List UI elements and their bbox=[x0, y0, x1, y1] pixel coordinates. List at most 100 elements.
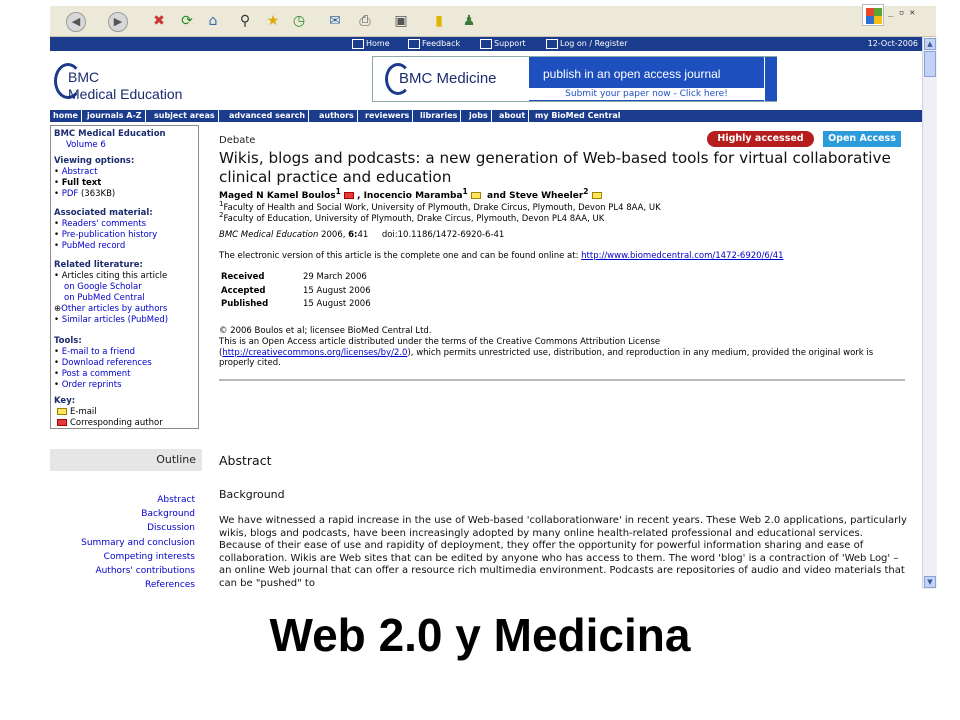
print-icon[interactable]: ⎙ bbox=[356, 12, 374, 30]
citation-journal: BMC Medical Education bbox=[219, 230, 319, 240]
topnav-support[interactable]: Support bbox=[480, 38, 526, 50]
outline-list: Abstract Background Discussion Summary a… bbox=[50, 493, 195, 589]
outline-header: Outline bbox=[50, 449, 202, 471]
affiliation-2: 2Faculty of Education, University of Ply… bbox=[219, 210, 605, 224]
article-title: Wikis, blogs and podcasts: a new generat… bbox=[219, 149, 891, 186]
open-access-badge[interactable]: Open Access bbox=[823, 131, 901, 147]
sidebar-citing: Articles citing this article bbox=[61, 271, 168, 281]
sidebar-assoc-title: Associated material: bbox=[54, 208, 153, 218]
outline-summary[interactable]: Summary and conclusion bbox=[50, 536, 195, 550]
sidebar-key-title: Key: bbox=[54, 396, 76, 406]
sidebar-abstract-link[interactable]: Abstract bbox=[62, 167, 98, 177]
edit-icon[interactable]: ▣ bbox=[392, 12, 410, 30]
slide-caption: Web 2.0 y Medicina bbox=[269, 609, 691, 661]
nav-about[interactable]: about bbox=[496, 110, 530, 122]
outline-competing[interactable]: Competing interests bbox=[50, 550, 195, 564]
article-dates: Received 29 March 2006 Accepted 15 August … bbox=[221, 271, 371, 312]
key-corresponding: Corresponding author bbox=[70, 418, 163, 428]
sidebar-pubmed-central[interactable]: on PubMed Central bbox=[54, 293, 168, 304]
sidebar-google-scholar[interactable]: on Google Scholar bbox=[54, 282, 168, 293]
nav-advanced-search[interactable]: advanced search bbox=[226, 110, 310, 122]
messenger-icon[interactable]: ♟ bbox=[460, 12, 478, 30]
main-nav: home journals A-Z subject areas advanced… bbox=[50, 110, 922, 122]
article-url-link[interactable]: http://www.biomedcentral.com/1472-6920/6… bbox=[581, 251, 783, 261]
outline-background[interactable]: Background bbox=[50, 507, 195, 521]
page-viewport: Home Feedback Support Log on / Register … bbox=[50, 37, 922, 589]
outline-discussion[interactable]: Discussion bbox=[50, 521, 195, 535]
sidebar-tools-title: Tools: bbox=[54, 336, 82, 346]
topnav-feedback[interactable]: Feedback bbox=[408, 38, 460, 50]
nav-libraries[interactable]: libraries bbox=[417, 110, 462, 122]
license-link[interactable]: http://creativecommons.org/licenses/by/2… bbox=[222, 348, 407, 358]
sidebar-pdf-size: (363KB) bbox=[80, 189, 116, 199]
citation: BMC Medical Education 2006, 6:41 doi:10.… bbox=[219, 230, 505, 240]
bmc-medicine-banner[interactable]: BMC Medicine publish in an open access j… bbox=[372, 56, 777, 102]
refresh-icon[interactable]: ⟳ bbox=[178, 12, 196, 30]
topnav-home[interactable]: Home bbox=[352, 38, 390, 50]
outline-contributions[interactable]: Authors' contributions bbox=[50, 564, 195, 578]
sidebar-similar-articles[interactable]: Similar articles (PubMed) bbox=[62, 315, 168, 325]
slide: ◀ ▶ ✖ ⟳ ⌂ ⚲ ★ ◷ ✉ ⎙ ▣ ▮ ♟ _ ▫ ✕ Home Fee… bbox=[0, 0, 960, 720]
email-icon[interactable] bbox=[591, 192, 602, 199]
windows-logo bbox=[862, 4, 884, 26]
browser-toolbar: ◀ ▶ ✖ ⟳ ⌂ ⚲ ★ ◷ ✉ ⎙ ▣ ▮ ♟ bbox=[50, 6, 936, 37]
nav-jobs[interactable]: jobs bbox=[466, 110, 492, 122]
sidebar-download-refs[interactable]: Download references bbox=[62, 358, 152, 368]
sidebar-pubmed-record[interactable]: PubMed record bbox=[62, 241, 126, 251]
outline-references[interactable]: References bbox=[50, 578, 195, 589]
nav-my-biomed-central[interactable]: my BioMed Central bbox=[532, 110, 623, 122]
sidebar-order-reprints[interactable]: Order reprints bbox=[62, 380, 122, 390]
nav-reviewers[interactable]: reviewers bbox=[362, 110, 414, 122]
banner-headline: publish in an open access journal bbox=[543, 67, 721, 81]
sidebar-journal: BMC Medical Education bbox=[54, 129, 166, 139]
scroll-up-icon[interactable]: ▲ bbox=[924, 38, 936, 50]
sidebar-volume[interactable]: Volume 6 bbox=[54, 140, 166, 151]
highly-accessed-badge[interactable]: Highly accessed bbox=[707, 131, 814, 147]
date-received: Received 29 March 2006 bbox=[221, 272, 367, 282]
outline-title: Outline bbox=[156, 453, 196, 466]
abstract-heading: Abstract bbox=[219, 453, 272, 468]
date-published: Published 15 August 2006 bbox=[221, 299, 371, 309]
sidebar-other-articles[interactable]: Other articles by authors bbox=[61, 304, 167, 314]
sidebar-email-friend[interactable]: E-mail to a friend bbox=[62, 347, 135, 357]
nav-authors[interactable]: authors bbox=[316, 110, 358, 122]
divider bbox=[219, 379, 905, 381]
scroll-thumb[interactable] bbox=[924, 51, 936, 77]
electronic-version-note: The electronic version of this article i… bbox=[219, 251, 784, 261]
nav-journals[interactable]: journals A-Z bbox=[84, 110, 146, 122]
background-text: We have witnessed a rapid increase in th… bbox=[219, 515, 907, 589]
outline-abstract[interactable]: Abstract bbox=[50, 493, 195, 507]
topnav-login[interactable]: Log on / Register bbox=[546, 38, 628, 50]
article-type: Debate bbox=[219, 135, 256, 146]
nav-subject-areas[interactable]: subject areas bbox=[151, 110, 219, 122]
sidebar-pdf-link[interactable]: PDF bbox=[62, 189, 79, 199]
sidebar-prepub-history[interactable]: Pre-publication history bbox=[62, 230, 158, 240]
search-icon[interactable]: ⚲ bbox=[236, 12, 254, 30]
history-icon[interactable]: ◷ bbox=[290, 12, 308, 30]
window-controls[interactable]: _ ▫ ✕ bbox=[888, 8, 915, 18]
forward-icon[interactable]: ▶ bbox=[108, 12, 128, 32]
citation-doi: doi:10.1186/1472-6920-6-41 bbox=[381, 230, 505, 240]
sidebar-readers-comments[interactable]: Readers' comments bbox=[62, 219, 146, 229]
sidebar-related-title: Related literature: bbox=[54, 260, 143, 270]
page-date: 12-Oct-2006 bbox=[867, 39, 918, 48]
scroll-down-icon[interactable]: ▼ bbox=[924, 576, 936, 588]
mail-icon[interactable]: ✉ bbox=[326, 12, 344, 30]
stop-icon[interactable]: ✖ bbox=[150, 12, 168, 30]
sidebar-post-comment[interactable]: Post a comment bbox=[62, 369, 131, 379]
home-icon[interactable]: ⌂ bbox=[204, 12, 222, 30]
page-scrollbar[interactable]: ▲ ▼ bbox=[922, 37, 937, 589]
sidebar-fulltext: Full text bbox=[61, 178, 102, 188]
notes-icon[interactable]: ▮ bbox=[430, 12, 448, 30]
copyright-notice: © 2006 Boulos et al; licensee BioMed Cen… bbox=[219, 326, 874, 369]
back-icon[interactable]: ◀ bbox=[66, 12, 86, 32]
email-icon bbox=[57, 408, 67, 415]
bmc-medical-education-logo[interactable]: BMC Medical Education bbox=[54, 57, 224, 105]
nav-home[interactable]: home bbox=[50, 110, 82, 122]
banner-cta[interactable]: Submit your paper now - Click here! bbox=[529, 88, 764, 100]
email-icon[interactable] bbox=[470, 192, 481, 199]
date-accepted: Accepted 15 August 2006 bbox=[221, 285, 371, 296]
bmc-top-nav: Home Feedback Support Log on / Register … bbox=[50, 37, 922, 51]
corresponding-author-icon[interactable] bbox=[344, 192, 354, 199]
favorites-icon[interactable]: ★ bbox=[264, 12, 282, 30]
